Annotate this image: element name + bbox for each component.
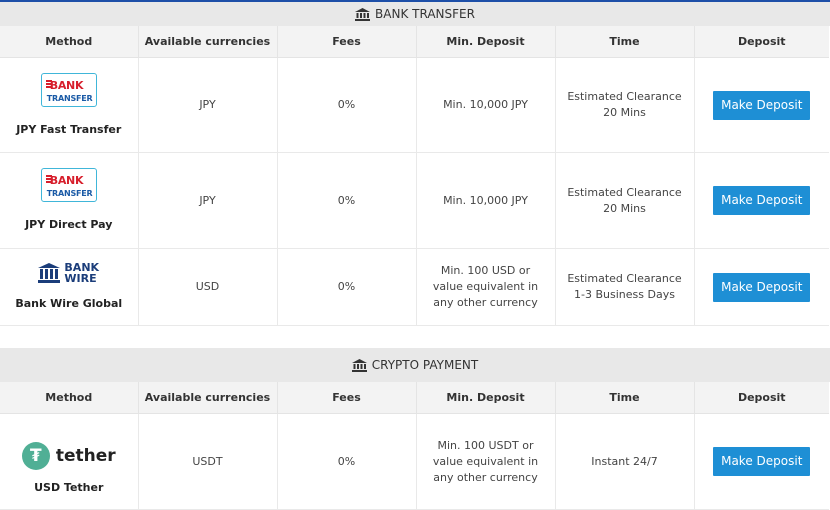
bank-icon [351,358,367,372]
table-row: BANK WIRE Bank Wire Global USD 0% Min. 1… [0,248,829,326]
min-deposit-cell: Min. 100 USD or value equivalent in any … [416,248,556,326]
col-header-min-deposit: Min. Deposit [416,26,556,58]
col-header-currencies: Available currencies [138,382,278,414]
tether-logo: ₮ tether [21,441,116,470]
tether-icon: ₮ [21,441,50,470]
col-header-time: Time [555,382,695,414]
deposit-cell: Make Deposit [694,413,829,510]
table-header-row: Method Available currencies Fees Min. De… [0,26,829,58]
method-name: Bank Wire Global [15,297,123,310]
method-name: USD Tether [34,480,104,494]
make-deposit-button[interactable]: Make Deposit [713,90,811,120]
deposit-cell: Make Deposit [694,152,829,249]
table-header-row: Method Available currencies Fees Min. De… [0,382,829,414]
crypto-payment-section-header: CRYPTO PAYMENT [0,348,830,382]
time-cell: Estimated Clearance 20 Mins [555,57,695,153]
method-cell: BANK WIRE Bank Wire Global [0,248,139,326]
method-name: JPY Direct Pay [25,218,113,231]
table-row: ₮ tether USD Tether USDT 0% Min. 100 USD… [0,413,829,510]
col-header-method: Method [0,382,139,414]
bank-transfer-table: Method Available currencies Fees Min. De… [0,26,829,326]
bank-transfer-logo: BANK TRANSFER [40,168,97,202]
method-cell: ₮ tether USD Tether [0,413,139,510]
time-cell: Instant 24/7 [555,413,695,510]
section-title: BANK TRANSFER [375,7,475,21]
currency-cell: USD [138,248,278,326]
crypto-payment-table: Method Available currencies Fees Min. De… [0,382,829,510]
method-cell: BANK TRANSFER JPY Direct Pay [0,152,139,249]
method-name: JPY Fast Transfer [16,122,122,136]
col-header-min-deposit: Min. Deposit [416,382,556,414]
bank-building-icon [38,263,61,283]
col-header-fees: Fees [277,382,417,414]
col-header-time: Time [555,26,695,58]
col-header-currencies: Available currencies [138,26,278,58]
table-row: BANK TRANSFER JPY Fast Transfer JPY 0% M… [0,57,829,153]
section-spacer [0,326,830,348]
logo-text-transfer: TRANSFER [46,93,93,103]
currency-cell: USDT [138,413,278,510]
table-row: BANK TRANSFER JPY Direct Pay JPY 0% Min.… [0,152,829,249]
min-deposit-cell: Min. 10,000 JPY [416,152,556,249]
bank-icon [355,7,371,21]
bank-wire-logo: BANK WIRE [38,262,99,284]
time-cell: Estimated Clearance 1-3 Business Days [555,248,695,326]
col-header-method: Method [0,26,139,58]
tether-logo-text: tether [55,445,116,466]
deposit-cell: Make Deposit [694,248,829,326]
fees-cell: 0% [277,413,417,510]
section-title: CRYPTO PAYMENT [371,358,479,372]
make-deposit-button[interactable]: Make Deposit [713,447,811,476]
col-header-deposit: Deposit [694,382,829,414]
deposit-cell: Make Deposit [694,57,829,153]
min-deposit-cell: Min. 100 USDT or value equivalent in any… [416,413,556,510]
min-deposit-cell: Min. 10,000 JPY [416,57,556,153]
make-deposit-button[interactable]: Make Deposit [713,186,811,215]
bank-transfer-logo: BANK TRANSFER [40,72,97,107]
logo-text-transfer: TRANSFER [46,189,93,198]
currency-cell: JPY [138,57,278,153]
currency-cell: JPY [138,152,278,249]
bank-transfer-section-header: BANK TRANSFER [0,2,830,26]
fees-cell: 0% [277,248,417,326]
col-header-deposit: Deposit [694,26,829,58]
col-header-fees: Fees [277,26,417,58]
fees-cell: 0% [277,152,417,249]
method-cell: BANK TRANSFER JPY Fast Transfer [0,57,139,153]
logo-text-wire: WIRE [64,272,97,285]
make-deposit-button[interactable]: Make Deposit [713,272,811,302]
wire-logo-text: BANK WIRE [64,262,99,284]
time-cell: Estimated Clearance 20 Mins [555,152,695,249]
fees-cell: 0% [277,57,417,153]
